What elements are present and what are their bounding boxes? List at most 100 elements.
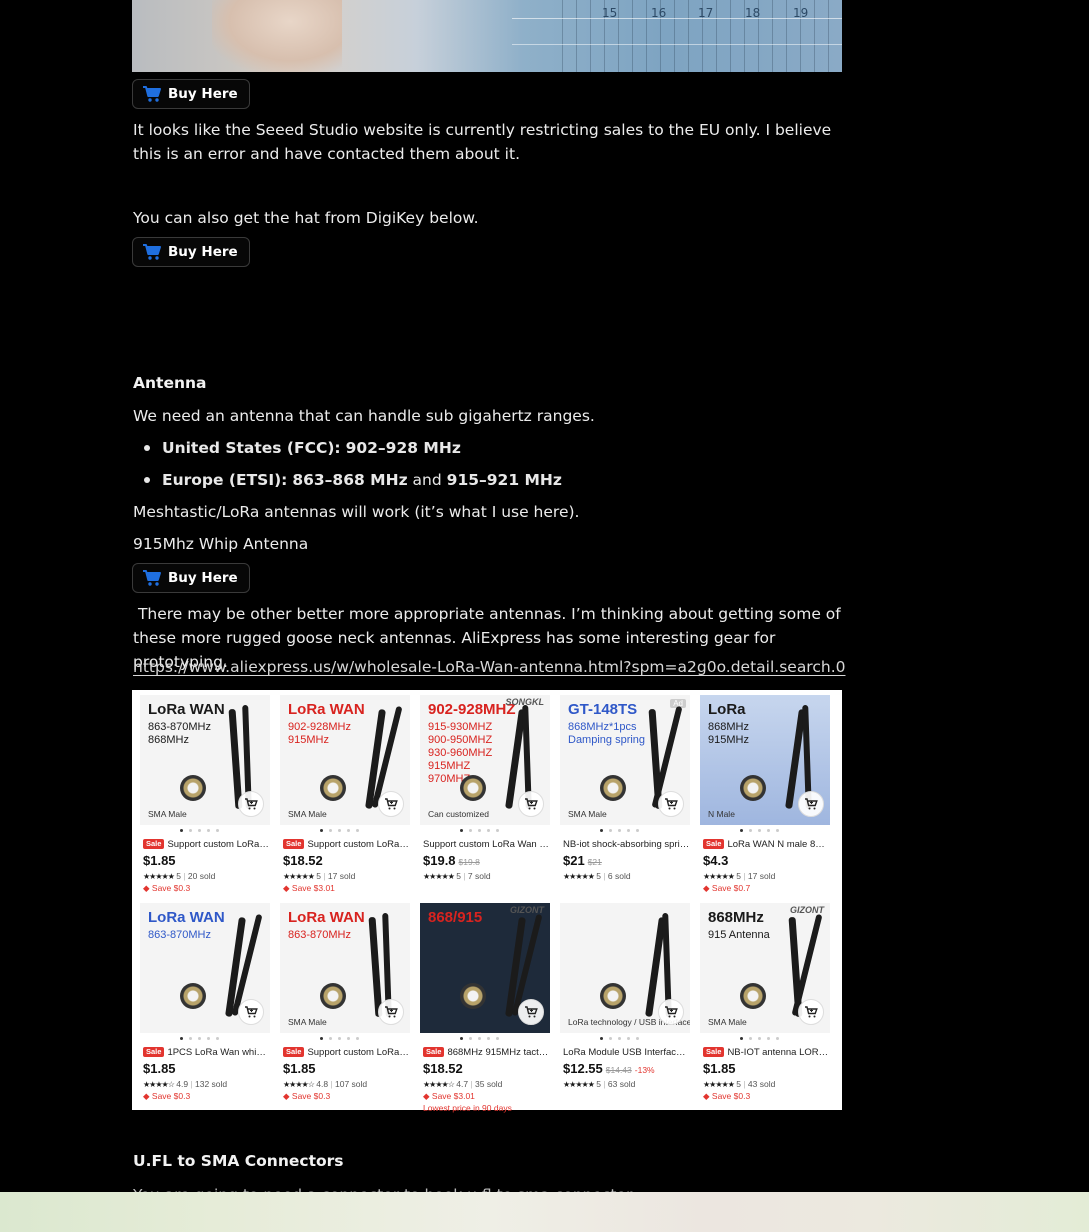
star-rating-icon: ★★★★★ <box>283 872 315 881</box>
product-title-text: LoRa Module USB Interface 23dBm <box>563 1047 690 1058</box>
rating-value: 4.8 <box>316 1079 329 1089</box>
product-title[interactable]: Sale868MHz 915MHz tactical antenna <box>423 1047 550 1058</box>
add-to-cart-button[interactable] <box>238 999 264 1025</box>
digikey-paragraph: You can also get the hat from DigiKey be… <box>133 209 479 227</box>
add-to-cart-icon <box>665 798 678 810</box>
product-price: $21 $21 <box>563 853 602 868</box>
product-title[interactable]: Support custom LoRa Wan antenna <box>423 839 550 850</box>
antenna-intro: We need an antenna that can handle sub g… <box>133 407 595 425</box>
add-to-cart-button[interactable] <box>518 999 544 1025</box>
product-image[interactable]: 902-928MHZ 915-930MHZ 900-950MHZ 930-960MHZ… <box>420 695 550 825</box>
star-rating-icon: ★★★★★ <box>563 1080 595 1089</box>
image-caption: N Male <box>708 809 735 819</box>
product-title[interactable]: SaleNB-IOT antenna LORA gateway <box>703 1047 830 1058</box>
product-rating: ★★★★★ 5 | 63 sold <box>563 1079 636 1089</box>
image-text: 902-928MHz <box>288 721 351 733</box>
product-title[interactable]: NB-iot shock-absorbing spring antenna <box>563 839 690 850</box>
frequency-value: 915–921 MHz <box>446 471 562 489</box>
product-image[interactable]: LoRa WAN 863-870MHz <box>140 903 270 1033</box>
buy-here-button[interactable]: Buy Here <box>132 237 250 267</box>
product-card[interactable]: 868MHz 915 Antenna GIZONT SMA Male Sale NB-IO… <box>700 903 830 1108</box>
add-to-cart-button[interactable] <box>378 999 404 1025</box>
add-to-cart-button[interactable] <box>798 791 824 817</box>
product-card[interactable]: LoRa WAN 863-870MHz SMA Male Sale Support cu… <box>280 903 410 1108</box>
image-text: 915 Antenna <box>708 929 770 941</box>
rating-value: 4.7 <box>456 1079 469 1089</box>
product-title-text: Support custom LoRa Wan antenna <box>307 1047 410 1058</box>
image-title: GT-148TS <box>568 701 638 718</box>
frequency-value: 863–868 MHz <box>292 471 408 489</box>
product-title[interactable]: SaleSupport custom LoRa Wan antenna <box>143 839 270 850</box>
product-image[interactable]: LoRa technology / USB interface <box>560 903 690 1033</box>
product-card[interactable]: LoRa WAN 863-870MHz Sale 1PCS LoRa Wan whip… <box>140 903 270 1108</box>
region-label: United States (FCC): <box>162 439 341 457</box>
product-card[interactable]: LoRa 868MHz 915MHz N Male Sale LoRa WAN N mal… <box>700 695 830 900</box>
product-price: $19.8 $19.8 <box>423 853 480 868</box>
save-amount: ◆ Save $0.3 <box>143 883 190 894</box>
product-image[interactable]: LoRa WAN 863-870MHz SMA Male <box>280 903 410 1033</box>
image-carousel-dots <box>180 829 236 833</box>
aliexpress-product-grid: LoRa WAN 863-870MHz 868MHz SMA Male Sale Supp… <box>132 690 842 1113</box>
product-card[interactable]: LoRa WAN 902-928MHz 915MHz SMA Male Sale Supp… <box>280 695 410 900</box>
product-title-text: NB-iot shock-absorbing spring antenna <box>563 839 690 850</box>
product-image[interactable]: LoRa 868MHz 915MHz N Male <box>700 695 830 825</box>
image-caption: SMA Male <box>708 1017 747 1027</box>
list-item: Europe (ETSI): 863–868 MHz and 915–921 M… <box>144 468 842 500</box>
product-image[interactable]: LoRa WAN 902-928MHz 915MHz SMA Male <box>280 695 410 825</box>
product-card[interactable]: LoRa WAN 863-870MHz 868MHz SMA Male Sale Supp… <box>140 695 270 900</box>
add-to-cart-icon <box>385 798 398 810</box>
price-value: $18.52 <box>423 1061 463 1076</box>
image-text: 915-930MHZ <box>428 721 493 733</box>
image-title: LoRa WAN <box>288 701 365 718</box>
seeed-paragraph: It looks like the Seeed Studio website i… <box>133 121 832 163</box>
add-to-cart-button[interactable] <box>518 791 544 817</box>
add-to-cart-button[interactable] <box>798 999 824 1025</box>
product-title-text: Support custom LoRa Wan antenna <box>423 839 550 850</box>
add-to-cart-button[interactable] <box>658 791 684 817</box>
product-card[interactable]: GT-148TS 868MHz*1pcs Damping spring Ad SMA M… <box>560 695 690 900</box>
buy-here-label: Buy Here <box>168 244 238 260</box>
save-amount: ◆ Save $0.3 <box>283 1091 330 1102</box>
product-title[interactable]: Sale1PCS LoRa Wan whip antenna <box>143 1047 270 1058</box>
add-to-cart-button[interactable] <box>658 999 684 1025</box>
add-to-cart-button[interactable] <box>378 791 404 817</box>
product-rating: ★★★★☆ 4.8 | 107 sold <box>283 1079 368 1089</box>
product-card[interactable]: 868/915GIZONT Sale868MHz 915MHz tactical … <box>420 903 550 1113</box>
product-image[interactable]: GT-148TS 868MHz*1pcs Damping spring Ad SMA M… <box>560 695 690 825</box>
aliexpress-link[interactable]: https://www.aliexpress.us/w/wholesale-Lo… <box>133 658 845 676</box>
coupon-icon: ◆ <box>143 1091 152 1101</box>
connector-shape <box>320 983 346 1009</box>
sale-badge: Sale <box>143 1047 165 1057</box>
product-image[interactable]: 868/915 GIZONT <box>420 903 550 1033</box>
discount: -13% <box>634 1065 655 1075</box>
product-image[interactable]: LoRa WAN 863-870MHz 868MHz SMA Male <box>140 695 270 825</box>
product-price: $1.85 <box>283 1061 316 1076</box>
image-text: 863-870MHz <box>148 929 211 941</box>
ruler-number: 17 <box>698 6 714 20</box>
price-value: $21 <box>563 853 585 868</box>
product-title[interactable]: SaleSupport custom LoRa Wan antenna <box>283 1047 410 1058</box>
save-amount: ◆ Save $0.3 <box>703 1091 750 1102</box>
star-rating-icon: ★★★★☆ <box>283 1080 315 1089</box>
product-image[interactable]: 868MHz 915 Antenna GIZONT SMA Male <box>700 903 830 1033</box>
coupon-icon: ◆ <box>423 1091 432 1101</box>
buy-here-button[interactable]: Buy Here <box>132 79 250 109</box>
add-to-cart-button[interactable] <box>238 791 264 817</box>
product-card[interactable]: 902-928MHZ 915-930MHZ 900-950MHZ 930-960MHZ… <box>420 695 550 900</box>
product-card[interactable]: LoRa technology / USB interface LoRa Modu… <box>560 903 690 1108</box>
image-carousel-dots <box>460 1037 516 1041</box>
product-title[interactable]: SaleSupport custom LoRa Wan antenna <box>283 839 410 850</box>
buy-here-button[interactable]: Buy Here <box>132 563 250 593</box>
price-value: $1.85 <box>143 1061 176 1076</box>
product-rating: ★★★★★ 5 | 7 sold <box>423 871 491 881</box>
antenna-heading: Antenna <box>133 374 207 392</box>
rating-value: 4.9 <box>176 1079 189 1089</box>
frequency-list: United States (FCC): 902–928 MHz Europe … <box>133 436 842 500</box>
product-title[interactable]: LoRa Module USB Interface 23dBm <box>563 1047 690 1058</box>
save-amount: ◆ Save $3.01 <box>423 1091 475 1102</box>
save-amount: ◆ Save $0.3 <box>143 1091 190 1102</box>
product-title[interactable]: SaleLoRa WAN N male 868MHz antenna <box>703 839 830 850</box>
old-price: $14.43 <box>605 1065 632 1075</box>
connector-shape <box>600 983 626 1009</box>
antenna-shape <box>228 708 243 810</box>
